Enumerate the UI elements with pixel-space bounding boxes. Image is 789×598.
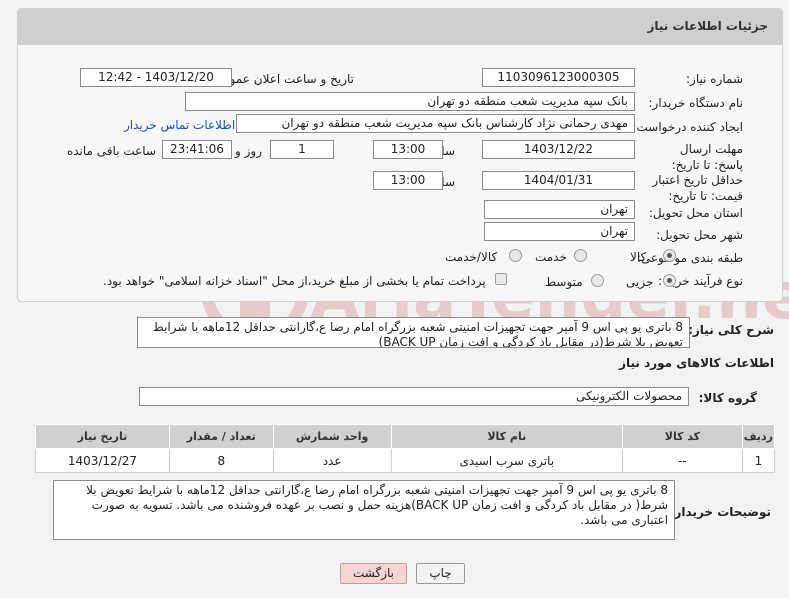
announce-datetime-field: 1403/12/20 - 12:42 bbox=[80, 68, 232, 87]
requester-field: مهدی رحمانی نژاد کارشناس بانک سپه مدیریت… bbox=[236, 114, 635, 133]
cell-quantity: 8 bbox=[168, 448, 274, 473]
reply-deadline-label: مهلت ارسال پاسخ: تا تاریخ: bbox=[671, 142, 743, 172]
category-radio-goods-service[interactable] bbox=[509, 249, 522, 262]
category-option-goods-service: کالا/خدمت bbox=[445, 250, 498, 264]
cell-row-number: 1 bbox=[741, 448, 776, 473]
purchase-option-medium: متوسط bbox=[545, 275, 583, 289]
treasury-payment-checkbox[interactable] bbox=[495, 273, 507, 285]
reply-time-field: 13:00 bbox=[373, 140, 443, 159]
reply-date-field: 1403/12/22 bbox=[482, 140, 635, 159]
category-label: طبقه بندی موضوعی: bbox=[636, 251, 743, 265]
col-header-unit: واحد شمارش bbox=[272, 424, 392, 449]
col-header-goods-name: نام کالا bbox=[390, 424, 624, 449]
need-description-label: شرح کلی نیاز: bbox=[688, 323, 774, 337]
col-header-goods-code: کد کالا bbox=[622, 424, 743, 449]
col-header-need-date: تاریخ نیاز bbox=[35, 424, 170, 449]
need-number-label: شماره نیاز: bbox=[686, 72, 743, 86]
province-field: تهران bbox=[484, 200, 635, 219]
table-header-row: ردیف کد کالا نام کالا واحد شمارش تعداد /… bbox=[35, 424, 776, 449]
buyer-org-label: نام دستگاه خریدار: bbox=[648, 96, 744, 110]
price-validity-label: حداقل تاریخ اعتبار قیمت: تا تاریخ: bbox=[652, 173, 743, 203]
purchase-option-minor: جزیی bbox=[626, 275, 654, 289]
category-radio-service[interactable] bbox=[574, 249, 587, 262]
remaining-time-field: 23:41:06 bbox=[162, 140, 232, 159]
city-field: تهران bbox=[484, 222, 635, 241]
purchase-radio-medium[interactable] bbox=[591, 274, 604, 287]
goods-info-title: اطلاعات کالاهای مورد نیاز bbox=[619, 356, 774, 370]
validity-date-field: 1404/01/31 bbox=[482, 171, 635, 190]
buyer-notes-text: 8 باتری یو پی اس 9 آمپر جهت تجهیزات امنی… bbox=[53, 480, 675, 540]
print-button[interactable]: چاپ bbox=[416, 563, 465, 584]
buyer-contact-link[interactable]: اطلاعات تماس خریدار bbox=[124, 118, 235, 132]
goods-group-field: محصولات الکترونیکی bbox=[139, 387, 689, 406]
need-number-field: 1103096123000305 bbox=[482, 68, 635, 87]
cell-need-date: 1403/12/27 bbox=[35, 448, 170, 473]
reply-days-field: 1 bbox=[270, 140, 334, 159]
back-button[interactable]: بازگشت bbox=[340, 563, 407, 584]
goods-group-label: گروه کالا: bbox=[698, 391, 757, 405]
category-option-service: خدمت bbox=[535, 250, 567, 264]
col-header-quantity: تعداد / مقدار bbox=[168, 424, 274, 449]
buyer-notes-label: توضیحات خریدار: bbox=[669, 505, 771, 519]
col-header-row-number: ردیف bbox=[741, 424, 776, 449]
delivery-city-label: شهر محل تحویل: bbox=[656, 228, 743, 242]
table-row: 1 -- باتری سرب اسیدی عدد 8 1403/12/27 bbox=[35, 448, 776, 473]
delivery-province-label: استان محل تحویل: bbox=[648, 206, 743, 220]
cell-unit: عدد bbox=[272, 448, 392, 473]
buyer-org-field: بانک سپه مدیریت شعب منطقه دو تهران bbox=[185, 92, 635, 111]
cell-goods-code: -- bbox=[622, 448, 743, 473]
validity-time-field: 13:00 bbox=[373, 171, 443, 190]
category-radio-goods[interactable] bbox=[663, 249, 676, 262]
goods-table: ردیف کد کالا نام کالا واحد شمارش تعداد /… bbox=[35, 424, 776, 473]
category-option-goods: کالا bbox=[630, 250, 647, 264]
treasury-payment-note: پرداخت تمام یا بخشی از مبلغ خرید،از محل … bbox=[103, 274, 486, 288]
days-label: روز و bbox=[235, 144, 262, 158]
requester-label: ایجاد کننده درخواست: bbox=[632, 120, 743, 134]
need-description-text: 8 باتری یو پی اس 9 آمپر جهت تجهیزات امنی… bbox=[137, 317, 690, 348]
panel-title: جزئیات اطلاعات نیاز bbox=[647, 19, 768, 33]
remaining-label: ساعت باقی مانده bbox=[66, 144, 156, 158]
panel-header: جزئیات اطلاعات نیاز bbox=[18, 9, 782, 45]
purchase-radio-minor[interactable] bbox=[663, 274, 676, 287]
cell-goods-name: باتری سرب اسیدی bbox=[390, 448, 624, 473]
